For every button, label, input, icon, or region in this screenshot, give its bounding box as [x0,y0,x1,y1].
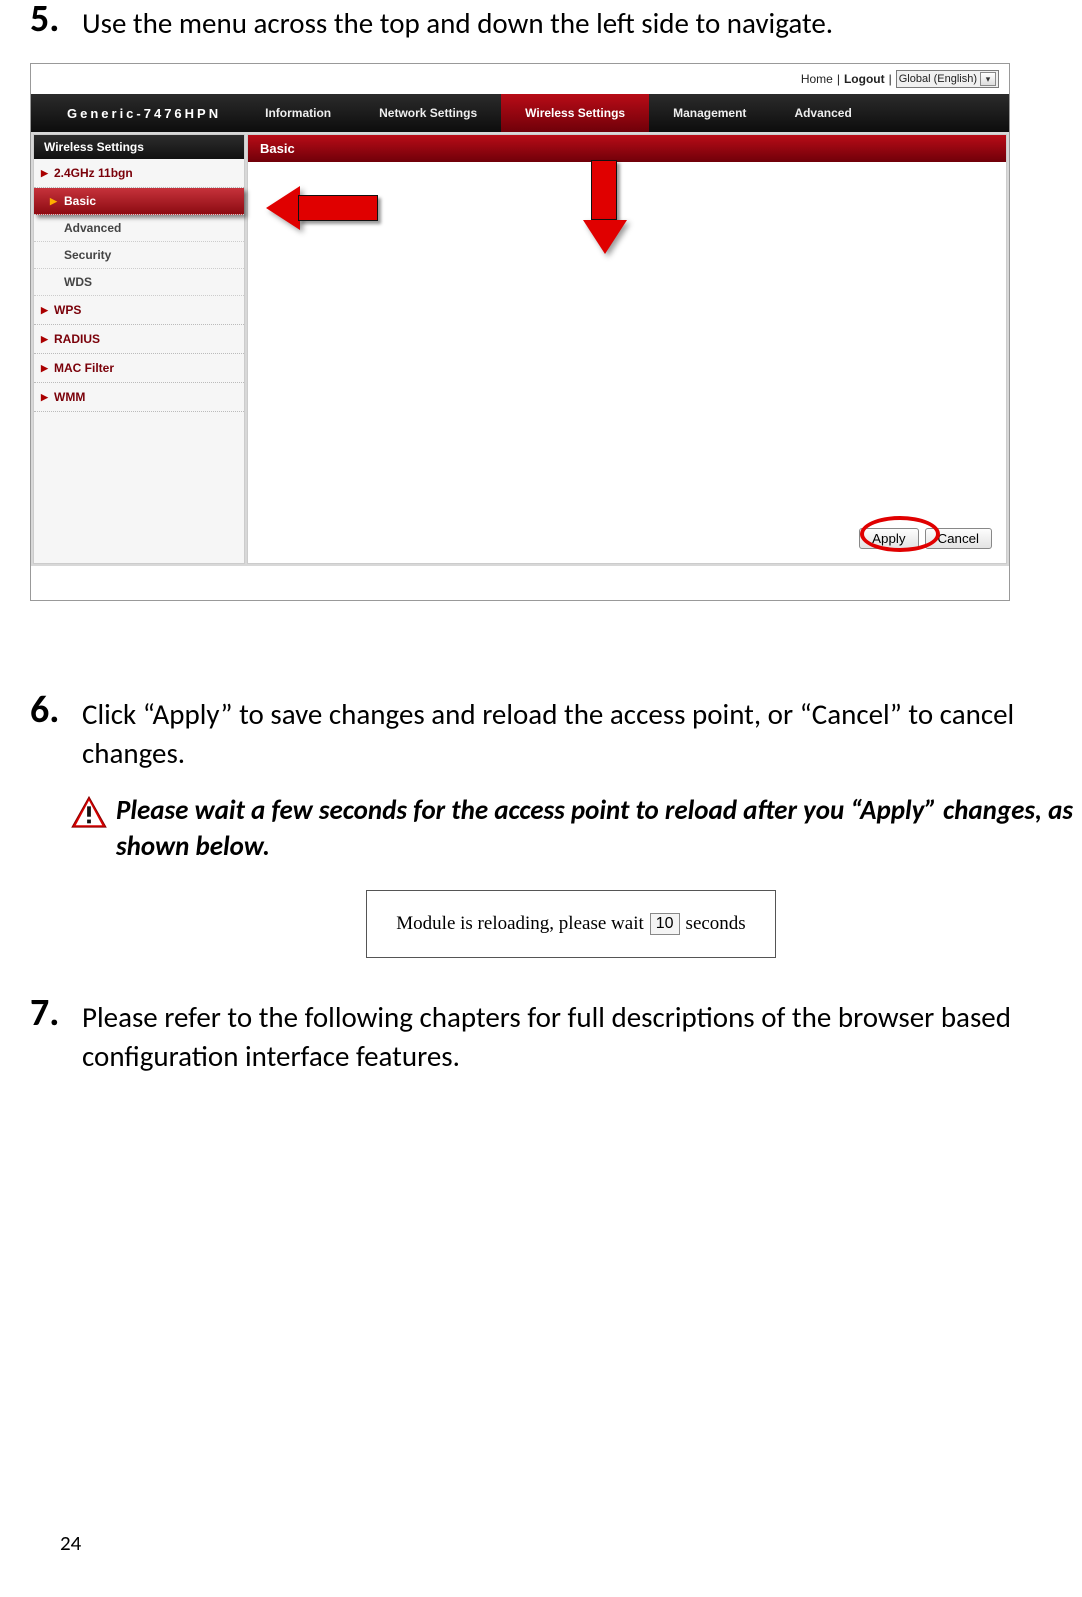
step-7-text: Please refer to the following chapters f… [82,994,1082,1076]
caret-icon: ▶ [41,305,48,316]
separator: | [889,72,892,86]
reload-text-after: seconds [686,913,746,935]
step-5-text: Use the menu across the top and down the… [82,0,833,43]
sidebar-sub-security[interactable]: Security [34,242,244,269]
caret-icon: ▶ [41,168,48,179]
sidebar-item-wps[interactable]: ▶ WPS [34,296,244,325]
warning-note: Please wait a few seconds for the access… [70,793,1082,863]
menu-network-settings[interactable]: Network Settings [355,94,501,132]
caret-icon: ▶ [41,334,48,345]
language-select[interactable]: Global (English) ▾ [896,70,999,88]
sidebar-item-label: 2.4GHz 11bgn [54,166,133,180]
router-ui-screenshot: Home | Logout | Global (English) ▾ Gener… [30,63,1010,601]
sidebar-sub-label: Advanced [64,221,121,235]
warning-text: Please wait a few seconds for the access… [116,793,1082,863]
sidebar-sub-label: Security [64,248,111,262]
main-menu: Generic-7476HPN Information Network Sett… [31,94,1009,132]
home-link[interactable]: Home [801,72,833,86]
page-number: 24 [60,1530,81,1556]
content-header: Basic [248,135,1006,162]
step-6: 6. Click “Apply” to save changes and rel… [30,691,1082,773]
reload-message-box: Module is reloading, please wait 10 seco… [366,890,776,958]
step-6-text: Click “Apply” to save changes and reload… [82,691,1082,773]
sidebar-item-label: WPS [54,303,81,317]
sidebar-item-macfilter[interactable]: ▶ MAC Filter [34,354,244,383]
step-6-number: 6. [30,691,82,773]
sidebar: Wireless Settings ▶ 2.4GHz 11bgn ▶ Basic… [33,134,245,564]
step-7-number: 7. [30,994,82,1076]
content-panel: Basic Apply Cancel [247,134,1007,564]
apply-button[interactable]: Apply [859,528,918,549]
caret-icon: ▶ [41,363,48,374]
top-bar: Home | Logout | Global (English) ▾ [31,64,1009,94]
sidebar-item-wmm[interactable]: ▶ WMM [34,383,244,412]
content-body [248,162,1006,520]
reload-text-before: Module is reloading, please wait [396,913,643,935]
sidebar-sub-label: WDS [64,275,92,289]
sidebar-item-24ghz[interactable]: ▶ 2.4GHz 11bgn [34,159,244,188]
device-brand: Generic-7476HPN [31,94,241,132]
sidebar-sub-basic[interactable]: ▶ Basic [34,188,244,215]
menu-management[interactable]: Management [649,94,770,132]
separator: | [837,72,840,86]
menu-information[interactable]: Information [241,94,355,132]
caret-icon: ▶ [50,196,57,207]
sidebar-sub-label: Basic [64,194,96,208]
language-value: Global (English) [899,73,977,85]
button-row: Apply Cancel [248,520,1006,563]
warning-icon [70,795,108,829]
step-5-number: 5. [30,0,82,43]
logout-link[interactable]: Logout [844,72,885,86]
step-5: 5. Use the menu across the top and down … [30,0,1082,43]
menu-wireless-settings[interactable]: Wireless Settings [501,94,649,132]
menu-advanced[interactable]: Advanced [770,94,875,132]
cancel-button[interactable]: Cancel [925,528,993,549]
caret-icon: ▶ [41,392,48,403]
step-7: 7. Please refer to the following chapter… [30,994,1082,1076]
annotation-arrow-down [583,160,625,258]
sidebar-item-label: WMM [54,390,85,404]
sidebar-item-label: RADIUS [54,332,100,346]
sidebar-item-label: MAC Filter [54,361,114,375]
sidebar-sub-advanced[interactable]: Advanced [34,215,244,242]
body-row: Wireless Settings ▶ 2.4GHz 11bgn ▶ Basic… [31,132,1009,566]
sidebar-sub-wds[interactable]: WDS [34,269,244,296]
sidebar-item-radius[interactable]: ▶ RADIUS [34,325,244,354]
annotation-arrow-left [266,186,386,230]
reload-countdown: 10 [650,913,680,935]
dropdown-icon: ▾ [980,72,996,86]
sidebar-header: Wireless Settings [34,135,244,159]
